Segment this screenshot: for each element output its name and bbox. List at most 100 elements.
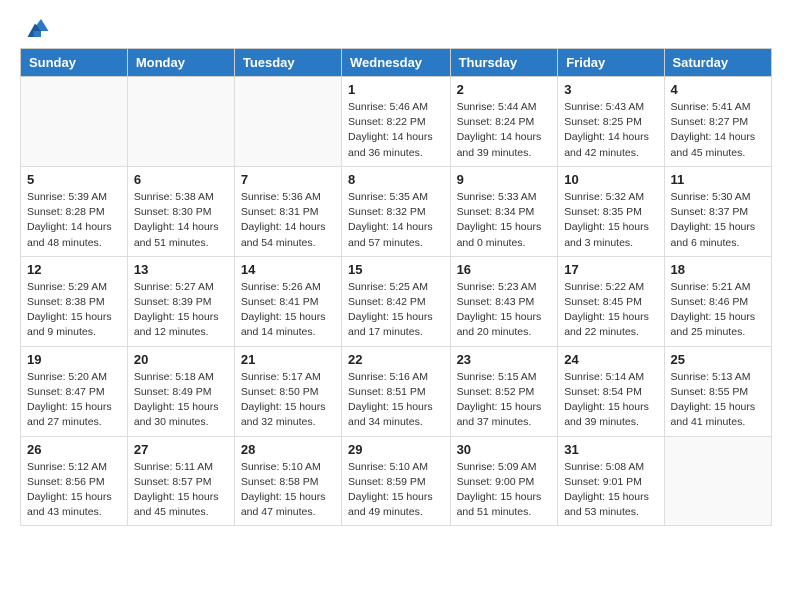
calendar-cell: 18Sunrise: 5:21 AM Sunset: 8:46 PM Dayli… [664, 256, 771, 346]
day-info: Sunrise: 5:29 AM Sunset: 8:38 PM Dayligh… [27, 280, 121, 341]
day-info: Sunrise: 5:21 AM Sunset: 8:46 PM Dayligh… [671, 280, 765, 341]
calendar-cell: 26 Sunrise: 5:12 AM Sunset: 8:56 PM Dayli… [21, 436, 128, 526]
day-number: 28 [241, 442, 335, 457]
calendar-cell: 19 Sunrise: 5:20 AM Sunset: 8:47 PM Dayli… [21, 346, 128, 436]
calendar-cell: 5 Sunrise: 5:39 AM Sunset: 8:28 PM Daylig… [21, 166, 128, 256]
day-info: Sunrise: 5:33 AM Sunset: 8:34 PM Dayligh… [457, 190, 552, 251]
day-number: 23 [457, 352, 552, 367]
calendar-cell: 8 Sunrise: 5:35 AM Sunset: 8:32 PM Daylig… [342, 166, 451, 256]
day-info: Sunrise: 5:13 AM Sunset: 8:55 PM Dayligh… [671, 370, 765, 431]
day-number: 27 [134, 442, 228, 457]
day-info: Sunrise: 5:09 AM Sunset: 9:00 PM Dayligh… [457, 460, 552, 521]
calendar-cell: 14 Sunrise: 5:26 AM Sunset: 8:41 PM Dayli… [234, 256, 341, 346]
calendar-cell [21, 77, 128, 167]
weekday-header-thursday: Thursday [450, 49, 558, 77]
calendar-cell: 1Sunrise: 5:46 AM Sunset: 8:22 PM Daylig… [342, 77, 451, 167]
calendar-cell: 7 Sunrise: 5:36 AM Sunset: 8:31 PM Daylig… [234, 166, 341, 256]
page-header [0, 0, 792, 48]
day-number: 19 [27, 352, 121, 367]
day-info: Sunrise: 5:36 AM Sunset: 8:31 PM Dayligh… [241, 190, 335, 251]
day-number: 11 [671, 172, 765, 187]
calendar-cell: 16 Sunrise: 5:23 AM Sunset: 8:43 PM Dayli… [450, 256, 558, 346]
calendar-cell: 13Sunrise: 5:27 AM Sunset: 8:39 PM Dayli… [127, 256, 234, 346]
day-info: Sunrise: 5:35 AM Sunset: 8:32 PM Dayligh… [348, 190, 444, 251]
logo [20, 16, 54, 40]
day-number: 3 [564, 82, 657, 97]
day-number: 12 [27, 262, 121, 277]
day-number: 10 [564, 172, 657, 187]
day-info: Sunrise: 5:14 AM Sunset: 8:54 PM Dayligh… [564, 370, 657, 431]
day-number: 25 [671, 352, 765, 367]
day-number: 20 [134, 352, 228, 367]
day-info: Sunrise: 5:16 AM Sunset: 8:51 PM Dayligh… [348, 370, 444, 431]
week-row-2: 5 Sunrise: 5:39 AM Sunset: 8:28 PM Daylig… [21, 166, 772, 256]
day-info: Sunrise: 5:43 AM Sunset: 8:25 PM Dayligh… [564, 100, 657, 161]
day-number: 24 [564, 352, 657, 367]
day-info: Sunrise: 5:23 AM Sunset: 8:43 PM Dayligh… [457, 280, 552, 341]
calendar-cell: 3 Sunrise: 5:43 AM Sunset: 8:25 PM Daylig… [558, 77, 664, 167]
day-number: 6 [134, 172, 228, 187]
calendar-table: SundayMondayTuesdayWednesdayThursdayFrid… [20, 48, 772, 526]
day-number: 4 [671, 82, 765, 97]
calendar-cell: 12 Sunrise: 5:29 AM Sunset: 8:38 PM Dayli… [21, 256, 128, 346]
calendar-cell: 29 Sunrise: 5:10 AM Sunset: 8:59 PM Dayli… [342, 436, 451, 526]
day-info: Sunrise: 5:26 AM Sunset: 8:41 PM Dayligh… [241, 280, 335, 341]
day-number: 22 [348, 352, 444, 367]
day-info: Sunrise: 5:27 AM Sunset: 8:39 PM Dayligh… [134, 280, 228, 341]
day-info: Sunrise: 5:41 AM Sunset: 8:27 PM Dayligh… [671, 100, 765, 161]
calendar-cell: 20Sunrise: 5:18 AM Sunset: 8:49 PM Dayli… [127, 346, 234, 436]
day-number: 30 [457, 442, 552, 457]
week-row-3: 12 Sunrise: 5:29 AM Sunset: 8:38 PM Dayli… [21, 256, 772, 346]
day-info: Sunrise: 5:39 AM Sunset: 8:28 PM Dayligh… [27, 190, 121, 251]
day-number: 14 [241, 262, 335, 277]
calendar-cell: 11Sunrise: 5:30 AM Sunset: 8:37 PM Dayli… [664, 166, 771, 256]
day-number: 8 [348, 172, 444, 187]
day-info: Sunrise: 5:17 AM Sunset: 8:50 PM Dayligh… [241, 370, 335, 431]
calendar-cell: 2 Sunrise: 5:44 AM Sunset: 8:24 PM Daylig… [450, 77, 558, 167]
calendar-cell [234, 77, 341, 167]
day-info: Sunrise: 5:15 AM Sunset: 8:52 PM Dayligh… [457, 370, 552, 431]
calendar-cell: 25 Sunrise: 5:13 AM Sunset: 8:55 PM Dayli… [664, 346, 771, 436]
week-row-5: 26 Sunrise: 5:12 AM Sunset: 8:56 PM Dayli… [21, 436, 772, 526]
weekday-header-monday: Monday [127, 49, 234, 77]
calendar-wrapper: SundayMondayTuesdayWednesdayThursdayFrid… [0, 48, 792, 536]
logo-icon [20, 16, 50, 40]
day-number: 31 [564, 442, 657, 457]
day-info: Sunrise: 5:38 AM Sunset: 8:30 PM Dayligh… [134, 190, 228, 251]
calendar-cell: 24 Sunrise: 5:14 AM Sunset: 8:54 PM Dayli… [558, 346, 664, 436]
weekday-header-row: SundayMondayTuesdayWednesdayThursdayFrid… [21, 49, 772, 77]
day-info: Sunrise: 5:22 AM Sunset: 8:45 PM Dayligh… [564, 280, 657, 341]
day-info: Sunrise: 5:10 AM Sunset: 8:58 PM Dayligh… [241, 460, 335, 521]
calendar-cell: 23 Sunrise: 5:15 AM Sunset: 8:52 PM Dayli… [450, 346, 558, 436]
day-info: Sunrise: 5:46 AM Sunset: 8:22 PM Dayligh… [348, 100, 444, 161]
day-number: 17 [564, 262, 657, 277]
day-number: 15 [348, 262, 444, 277]
week-row-4: 19 Sunrise: 5:20 AM Sunset: 8:47 PM Dayli… [21, 346, 772, 436]
calendar-cell: 31Sunrise: 5:08 AM Sunset: 9:01 PM Dayli… [558, 436, 664, 526]
day-number: 26 [27, 442, 121, 457]
day-info: Sunrise: 5:12 AM Sunset: 8:56 PM Dayligh… [27, 460, 121, 521]
weekday-header-tuesday: Tuesday [234, 49, 341, 77]
calendar-cell: 21 Sunrise: 5:17 AM Sunset: 8:50 PM Dayli… [234, 346, 341, 436]
day-number: 29 [348, 442, 444, 457]
day-number: 16 [457, 262, 552, 277]
calendar-cell: 30 Sunrise: 5:09 AM Sunset: 9:00 PM Dayli… [450, 436, 558, 526]
day-info: Sunrise: 5:20 AM Sunset: 8:47 PM Dayligh… [27, 370, 121, 431]
calendar-cell: 10Sunrise: 5:32 AM Sunset: 8:35 PM Dayli… [558, 166, 664, 256]
day-number: 5 [27, 172, 121, 187]
calendar-cell: 6 Sunrise: 5:38 AM Sunset: 8:30 PM Daylig… [127, 166, 234, 256]
calendar-cell: 27 Sunrise: 5:11 AM Sunset: 8:57 PM Dayli… [127, 436, 234, 526]
day-info: Sunrise: 5:11 AM Sunset: 8:57 PM Dayligh… [134, 460, 228, 521]
weekday-header-wednesday: Wednesday [342, 49, 451, 77]
day-info: Sunrise: 5:10 AM Sunset: 8:59 PM Dayligh… [348, 460, 444, 521]
calendar-cell: 4 Sunrise: 5:41 AM Sunset: 8:27 PM Daylig… [664, 77, 771, 167]
day-number: 9 [457, 172, 552, 187]
day-number: 2 [457, 82, 552, 97]
day-info: Sunrise: 5:44 AM Sunset: 8:24 PM Dayligh… [457, 100, 552, 161]
calendar-cell [664, 436, 771, 526]
weekday-header-friday: Friday [558, 49, 664, 77]
day-number: 7 [241, 172, 335, 187]
day-number: 21 [241, 352, 335, 367]
calendar-cell: 28 Sunrise: 5:10 AM Sunset: 8:58 PM Dayli… [234, 436, 341, 526]
day-info: Sunrise: 5:25 AM Sunset: 8:42 PM Dayligh… [348, 280, 444, 341]
